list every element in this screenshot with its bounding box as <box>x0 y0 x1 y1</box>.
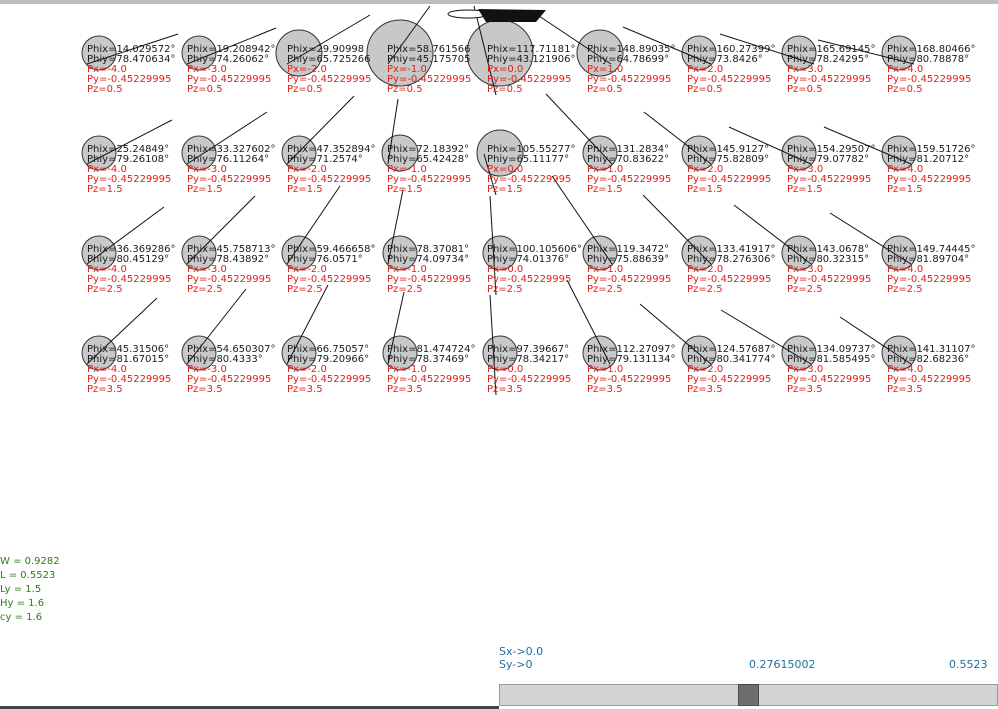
grid-cell: Phix=100.105606° Phiy=74.01376° Px=0.0 Py=-… <box>480 240 582 310</box>
pz-label: Pz=3.5 <box>687 384 723 395</box>
pz-label: Pz=0.5 <box>487 84 523 95</box>
pz-label: Pz=2.5 <box>587 284 623 295</box>
grid-cell: Phix=97.39667° Phiy=78.34217° Px=0.0 Py=-0.… <box>480 340 580 410</box>
grid-cell: Phix=141.31107° Phiy=82.68236° Px=4.0 Py=-0… <box>880 340 980 410</box>
pz-label: Pz=0.5 <box>687 84 723 95</box>
grid-cell: Phix=154.29507° Phiy=79.07782° Px=3.0 Py=-0… <box>780 140 880 210</box>
grid-cell: Phix=29.90998 Phiy=65.725266 Px=-2.0 Py=-0.… <box>280 40 380 110</box>
grid-cell: Phix=145.9127° Phiy=75.82809° Px=2.0 Py=-0.… <box>680 140 780 210</box>
param-ly: Ly = 1.5 <box>0 584 42 595</box>
grid-cell: Phix=133.41917° Phiy=78.276306° Px=2.0 Py=-… <box>680 240 780 310</box>
grid-cell: Phix=117.71181° Phiy=43.121906° Px=0.0 Py=-… <box>480 40 580 110</box>
pz-label: Pz=0.5 <box>387 84 423 95</box>
grid-cell: Phix=119.3472° Phiy=75.88639° Px=1.0 Py=-0.… <box>580 240 680 310</box>
sx-label: Sx->0.0 <box>499 645 544 658</box>
grid-cell: Phix=131.2834° Phiy=70.83622° Px=1.0 Py=-0.… <box>580 140 680 210</box>
pz-label: Pz=1.5 <box>87 184 123 195</box>
pz-label: Pz=3.5 <box>87 384 123 395</box>
pz-label: Pz=2.5 <box>887 284 923 295</box>
pz-label: Pz=1.5 <box>887 184 923 195</box>
grid-cell: Phix=66.75057° Phiy=79.20966° Px=-2.0 Py=-0… <box>280 340 380 410</box>
grid-cell: Phix=105.55277° Phiy=65.11177° Px=0.0 Py=-0… <box>480 140 580 210</box>
pz-label: Pz=2.5 <box>687 284 723 295</box>
pz-label: Pz=2.5 <box>787 284 823 295</box>
slider-thumb[interactable] <box>738 684 759 706</box>
grid-cell: Phix=124.57687° Phiy=80.341774° Px=2.0 Py=-… <box>680 340 780 410</box>
grid-cell: Phix=54.650307° Phiy=80.4333° Px=-3.0 Py=-0… <box>180 340 280 410</box>
param-l: L = 0.5523 <box>0 570 56 581</box>
source-block <box>478 9 546 22</box>
sensor-readout: Sx->0.0 Sy->0 <box>499 645 543 671</box>
pz-label: Pz=3.5 <box>787 384 823 395</box>
grid-cell: Phix=160.27399° Phiy=73.8426° Px=2.0 Py=-0.… <box>680 40 780 110</box>
pz-label: Pz=2.5 <box>187 284 223 295</box>
grid-cell: Phix=149.74445° Phiy=81.89704° Px=4.0 Py=-0… <box>880 240 980 310</box>
grid-cell: Phix=25.24849° Phiy=79.26108° Px=-4.0 Py=-0… <box>80 140 180 210</box>
grid-cell: Phix=33.327602° Phiy=76.11264° Px=-3.0 Py=-… <box>180 140 280 210</box>
grid-cell: Phix=112.27097° Phiy=79.131134° Px=1.0 Py=-… <box>580 340 680 410</box>
pz-label: Pz=3.5 <box>887 384 923 395</box>
pz-label: Pz=0.5 <box>887 84 923 95</box>
pz-label: Pz=0.5 <box>187 84 223 95</box>
pz-label: Pz=1.5 <box>687 184 723 195</box>
grid-cell: Phix=45.758713° Phiy=78.43892° Px=-3.0 Py=-… <box>180 240 280 310</box>
pz-label: Pz=2.5 <box>287 284 323 295</box>
pz-label: Pz=3.5 <box>387 384 423 395</box>
grid-cell: Phix=143.0678° Phiy=80.32315° Px=3.0 Py=-0.… <box>780 240 880 310</box>
pz-label: Pz=1.5 <box>387 184 423 195</box>
pz-label: Pz=3.5 <box>487 384 523 395</box>
pz-label: Pz=1.5 <box>187 184 223 195</box>
parameter-readout: W = 0.9282 L = 0.5523 Ly = 1.5 Hy = 1.6 … <box>0 555 60 625</box>
pz-label: Pz=0.5 <box>787 84 823 95</box>
grid-cell: Phix=58.761566 Phiy=45.175705 Px=-1.0 Py=-0… <box>380 40 480 110</box>
slider-current-value: 0.27615002 <box>749 658 816 671</box>
grid-cell: Phix=148.89035° Phiy=64.78699° Px=1.0 Py=-0… <box>580 40 680 110</box>
pz-label: Pz=3.5 <box>187 384 223 395</box>
pz-label: Pz=3.5 <box>587 384 623 395</box>
sy-label: Sy->0 <box>499 658 533 671</box>
pz-label: Pz=0.5 <box>587 84 623 95</box>
pz-label: Pz=1.5 <box>287 184 323 195</box>
pz-label: Pz=3.5 <box>287 384 323 395</box>
grid-cell: Phix=168.80466° Phiy=80.78878° Px=4.0 Py=-0… <box>880 40 980 110</box>
grid-cell: Phix=165.69145° Phiy=78.24295° Px=3.0 Py=-0… <box>780 40 880 110</box>
param-w: W = 0.9282 <box>0 556 60 567</box>
pz-label: Pz=1.5 <box>587 184 623 195</box>
grid-cell: Phix=36.369286° Phiy=80.45129° Px=-4.0 Py=-… <box>80 240 180 310</box>
pz-label: Pz=0.5 <box>87 84 123 95</box>
param-hy: Hy = 1.6 <box>0 598 45 609</box>
grid-cell: Phix=59.466658° Phiy=76.0571° Px=-2.0 Py=-0… <box>280 240 380 310</box>
grid-cell: Phix=134.09737° Phiy=81.585495° Px=3.0 Py=-… <box>780 340 880 410</box>
grid-cell: Phix=14.029572° Phiy=78.470634° Px=-4.0 Py=… <box>80 40 180 110</box>
grid-cell: Phix=47.352894° Phiy=71.2574° Px=-2.0 Py=-0… <box>280 140 380 210</box>
slider-max-value: 0.5523 <box>949 658 988 671</box>
pz-label: Pz=0.5 <box>287 84 323 95</box>
pz-label: Pz=2.5 <box>87 284 123 295</box>
grid-cell: Phix=159.51726° Phiy=81.20712° Px=4.0 Py=-0… <box>880 140 980 210</box>
grid-cell: Phix=72.18392° Phiy=65.42428° Px=-1.0 Py=-0… <box>380 140 480 210</box>
pz-label: Pz=1.5 <box>487 184 523 195</box>
grid-cell: Phix=78.37081° Phiy=74.09734° Px=-1.0 Py=-0… <box>380 240 480 310</box>
grid-cell: Phix=81.474724° Phiy=78.37469° Px=-1.0 Py=-… <box>380 340 480 410</box>
param-cy: cy = 1.6 <box>0 612 43 623</box>
pz-label: Pz=1.5 <box>787 184 823 195</box>
grid-cell: Phix=19.208942° Phiy=74.26062° Px=-3.0 Py=-… <box>180 40 280 110</box>
grid-cell: Phix=45.31506° Phiy=81.67015° Px=-4.0 Py=-0… <box>80 340 180 410</box>
pz-label: Pz=2.5 <box>387 284 423 295</box>
pz-label: Pz=2.5 <box>487 284 523 295</box>
